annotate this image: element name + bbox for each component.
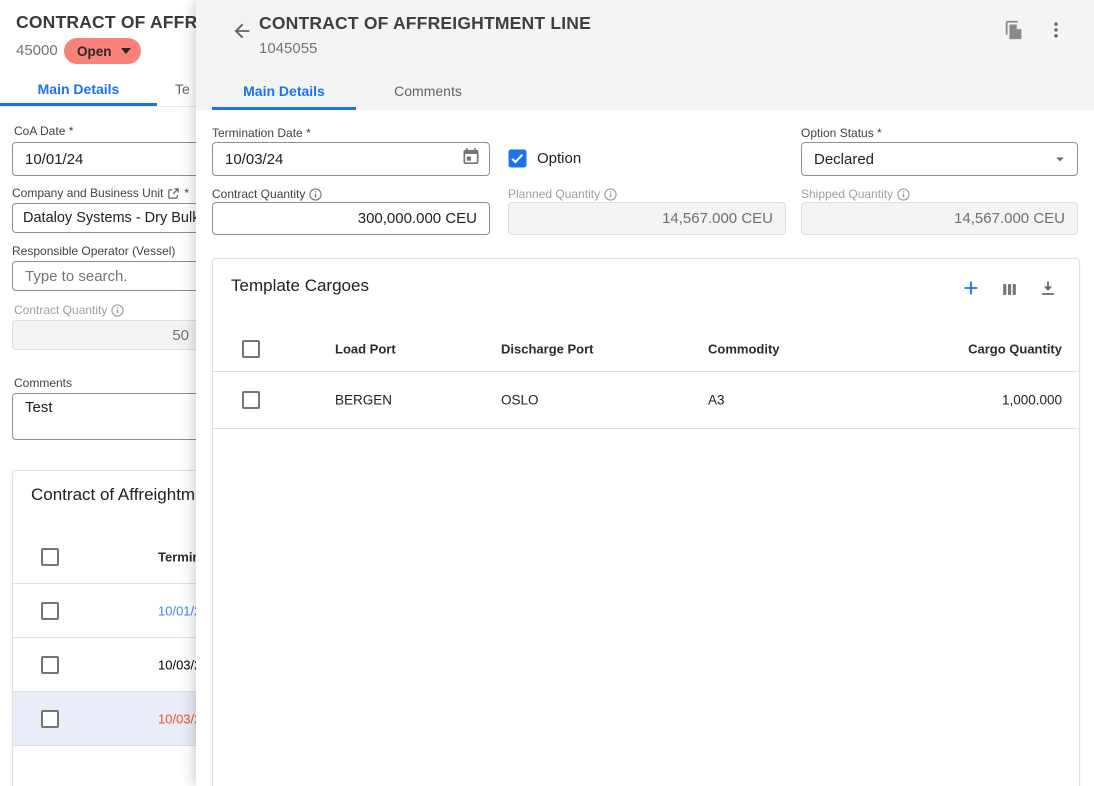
planned-quantity-input[interactable]: [508, 202, 786, 235]
panel-title: CONTRACT OF AFFREIGHTMENT LINE: [259, 13, 591, 34]
panel-record-id: 1045055: [259, 40, 317, 57]
download-button[interactable]: [1036, 277, 1060, 301]
company-bu-label: Company and Business Unit *: [12, 186, 189, 200]
screen: CONTRACT OF AFFREIGHTMENT 45000 Open Mai…: [0, 0, 1094, 786]
calendar-icon[interactable]: [461, 147, 481, 172]
option-status-value: Declared: [814, 151, 874, 168]
row-checkbox[interactable]: [41, 602, 59, 620]
more-options-button[interactable]: [1044, 16, 1068, 44]
status-badge-label: Open: [77, 44, 112, 59]
cargo-quantity: 1,000.000: [1002, 393, 1062, 408]
select-all-checkbox[interactable]: [242, 340, 260, 358]
tab-second[interactable]: Te: [175, 72, 190, 106]
download-icon: [1038, 279, 1058, 299]
responsible-operator-label: Responsible Operator (Vessel): [12, 244, 175, 258]
option-status-select[interactable]: Declared: [801, 142, 1078, 176]
panel-tab-comments[interactable]: Comments: [356, 72, 500, 110]
shipped-quantity-input[interactable]: [801, 202, 1078, 235]
coa-date-label: CoA Date *: [14, 124, 73, 138]
info-icon: [604, 188, 617, 201]
panel-active-tab-indicator: [212, 107, 356, 110]
info-icon: [309, 188, 322, 201]
kebab-menu-icon: [1046, 19, 1066, 41]
add-cargo-button[interactable]: [959, 276, 983, 300]
columns-icon: [1000, 280, 1019, 299]
chevron-down-icon: [1051, 150, 1069, 168]
cargo-commodity: A3: [708, 393, 725, 408]
plus-icon: [960, 277, 982, 299]
option-checkbox[interactable]: [508, 149, 527, 168]
row-checkbox[interactable]: [41, 710, 59, 728]
contract-quantity-input[interactable]: [212, 202, 490, 235]
option-status-label: Option Status *: [801, 126, 882, 140]
info-icon: [897, 188, 910, 201]
info-icon: [111, 304, 124, 317]
cargo-discharge-port: OSLO: [501, 393, 539, 408]
bg-contract-quantity-label: Contract Quantity: [14, 303, 124, 317]
arrow-left-icon: [231, 20, 253, 42]
col-header-cargo-quantity: Cargo Quantity: [968, 341, 1062, 356]
copy-icon: [1003, 19, 1025, 41]
copy-button[interactable]: [1000, 16, 1028, 44]
template-cargoes-header-row: Load Port Discharge Port Commodity Cargo…: [213, 326, 1079, 372]
col-header-load-port: Load Port: [335, 341, 396, 356]
status-badge[interactable]: Open: [64, 38, 141, 64]
col-header-commodity: Commodity: [708, 341, 780, 356]
template-cargoes-card: Template Cargoes: [212, 258, 1080, 786]
termination-date-input[interactable]: [212, 142, 490, 176]
shipped-quantity-label: Shipped Quantity: [801, 187, 910, 201]
comments-label: Comments: [14, 376, 72, 390]
planned-quantity-label: Planned Quantity: [508, 187, 617, 201]
row-checkbox[interactable]: [242, 391, 260, 409]
template-cargoes-title: Template Cargoes: [231, 276, 369, 296]
panel-header: CONTRACT OF AFFREIGHTMENT LINE 1045055 M…: [196, 0, 1094, 110]
termination-date-label: Termination Date *: [212, 126, 311, 140]
select-all-checkbox[interactable]: [41, 548, 59, 566]
back-button[interactable]: [229, 18, 255, 44]
col-header-discharge-port: Discharge Port: [501, 341, 593, 356]
chevron-down-icon: [121, 48, 131, 54]
bg-contract-quantity-input[interactable]: [12, 320, 202, 350]
option-checkbox-label[interactable]: Option: [537, 150, 581, 167]
panel-tab-main-details[interactable]: Main Details: [212, 72, 356, 110]
columns-button[interactable]: [997, 277, 1021, 301]
cargo-row[interactable]: BERGEN OSLO A3 1,000.000: [213, 372, 1079, 429]
required-mark: *: [184, 186, 189, 200]
external-link-icon: [167, 187, 180, 200]
cargo-load-port: BERGEN: [335, 393, 392, 408]
contract-quantity-label: Contract Quantity: [212, 187, 322, 201]
tab-main-details[interactable]: Main Details: [0, 72, 157, 106]
coa-line-panel: CONTRACT OF AFFREIGHTMENT LINE 1045055 M…: [196, 0, 1094, 786]
coa-record-id: 45000: [16, 42, 58, 59]
row-checkbox[interactable]: [41, 656, 59, 674]
